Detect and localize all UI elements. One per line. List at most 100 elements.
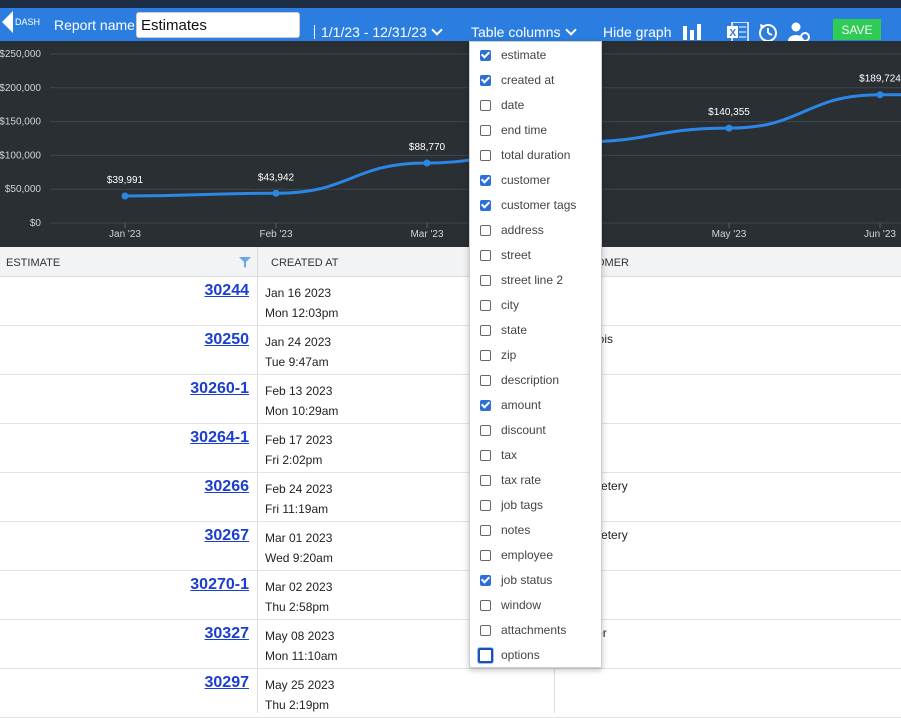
table-columns-button[interactable]: Table columns	[471, 23, 577, 40]
header-created-at[interactable]: CREATED AT	[271, 257, 338, 269]
checkbox-unchecked[interactable]	[480, 224, 491, 236]
column-option-label: discount	[501, 423, 546, 437]
estimate-link[interactable]: 30260-1	[190, 380, 249, 398]
checkbox-unchecked[interactable]	[480, 524, 491, 536]
column-option[interactable]: address	[480, 220, 544, 240]
column-option[interactable]: city	[480, 295, 519, 315]
data-point	[272, 189, 280, 197]
column-option[interactable]: total duration	[480, 145, 570, 165]
checkbox-unchecked[interactable]	[480, 149, 491, 161]
checkbox-checked[interactable]	[480, 574, 491, 586]
column-option-label: address	[501, 223, 544, 237]
estimate-link[interactable]: 30244	[205, 282, 250, 300]
checkbox-unchecked[interactable]	[480, 349, 491, 361]
checkbox-unchecked[interactable]	[480, 99, 491, 111]
estimate-link[interactable]: 30264-1	[190, 429, 249, 447]
table-row[interactable]: 30266Feb 24 2023Fri 11:19amde Cemetery	[0, 472, 901, 522]
column-option[interactable]: customer tags	[480, 195, 576, 215]
column-option[interactable]: zip	[480, 345, 516, 365]
checkbox-checked[interactable]	[480, 174, 491, 186]
estimate-link[interactable]: 30327	[205, 625, 250, 643]
column-option-label: end time	[501, 123, 548, 137]
column-option[interactable]: amount	[480, 395, 541, 415]
column-option[interactable]: created at	[480, 70, 554, 90]
user-settings-icon[interactable]	[788, 22, 810, 42]
date-range-value: 1/1/23 - 12/31/23	[321, 24, 427, 40]
checkbox-checked[interactable]	[480, 199, 491, 211]
checkbox-unchecked[interactable]	[480, 249, 491, 261]
line-chart: $250,000 $200,000 $150,000 $100,000 $50,000 $…	[0, 49, 901, 240]
back-arrow-icon	[2, 11, 13, 33]
data-point	[121, 192, 129, 200]
table-row[interactable]: 30244Jan 16 2023Mon 12:03pmGross	[0, 276, 901, 326]
filter-icon[interactable]	[239, 257, 251, 268]
hide-graph-button[interactable]: Hide graph	[603, 24, 702, 40]
column-option[interactable]: description	[480, 370, 559, 390]
x-tick-label: Jan '23	[109, 229, 141, 240]
column-option[interactable]: end time	[480, 120, 547, 140]
checkbox-unchecked[interactable]	[480, 449, 491, 461]
column-option[interactable]: notes	[480, 520, 530, 540]
checkbox-unchecked[interactable]	[480, 124, 491, 136]
back-to-dash-button[interactable]: DASH	[2, 10, 40, 34]
checkbox-checked[interactable]	[480, 49, 491, 61]
table-row[interactable]: 30264-1Feb 17 2023Fri 2:02pmn Smith	[0, 423, 901, 473]
column-option[interactable]: employee	[480, 545, 553, 565]
checkbox-checked[interactable]	[480, 74, 491, 86]
column-option[interactable]: tax	[480, 445, 517, 465]
column-option[interactable]: job tags	[480, 495, 543, 515]
checkbox-unchecked[interactable]	[480, 549, 491, 561]
hide-graph-label: Hide graph	[603, 24, 672, 40]
data-label: $140,355	[708, 107, 750, 118]
checkbox-unchecked[interactable]	[480, 324, 491, 336]
column-option[interactable]: state	[480, 320, 527, 340]
estimate-link[interactable]: 30297	[205, 674, 250, 692]
excel-icon[interactable]: X	[727, 22, 749, 42]
date-range-picker[interactable]: 1/1/23 - 12/31/23	[314, 23, 443, 40]
column-option[interactable]: tax rate	[480, 470, 541, 490]
table-row[interactable]: 30267Mar 01 2023Wed 9:20amde Cemetery	[0, 521, 901, 571]
column-option[interactable]: discount	[480, 420, 546, 440]
column-option-label: job tags	[501, 498, 544, 512]
created-date: Jan 24 2023	[265, 335, 332, 349]
column-option[interactable]: options	[478, 645, 540, 665]
table-row[interactable]: 30270-1Mar 02 2023Thu 2:58pmawel	[0, 570, 901, 620]
checkbox-unchecked[interactable]	[480, 499, 491, 511]
column-option-label: total duration	[501, 148, 571, 162]
table-columns-menu: estimate created at date end time total dura…	[469, 41, 602, 668]
checkbox-unchecked[interactable]	[480, 474, 491, 486]
column-option[interactable]: estimate	[480, 45, 546, 65]
column-option[interactable]: job status	[480, 570, 552, 590]
header-estimate[interactable]: ESTIMATE	[6, 257, 60, 269]
checkbox-unchecked[interactable]	[480, 299, 491, 311]
refresh-icon[interactable]	[757, 22, 779, 42]
created-date: Feb 24 2023	[265, 482, 333, 496]
column-option[interactable]: window	[480, 595, 541, 615]
checkbox-unchecked[interactable]	[480, 374, 491, 386]
checkbox-unchecked[interactable]	[480, 274, 491, 286]
column-option[interactable]: customer	[480, 170, 550, 190]
column-option[interactable]: street line 2	[480, 270, 563, 290]
data-point	[876, 91, 884, 99]
checkbox-unchecked[interactable]	[480, 424, 491, 436]
report-name-input[interactable]	[136, 12, 300, 38]
column-option-label: date	[501, 98, 525, 112]
estimate-link[interactable]: 30267	[205, 527, 250, 545]
estimate-link[interactable]: 30270-1	[190, 576, 249, 594]
table-row[interactable]: 30327May 08 2023Mon 11:10amav Tesler	[0, 619, 901, 669]
column-option[interactable]: attachments	[480, 620, 566, 640]
table-row[interactable]: 30297 May 25 2023 Thu 2:19pm	[0, 668, 901, 718]
save-button[interactable]: SAVE	[833, 19, 881, 40]
column-option[interactable]: date	[480, 95, 524, 115]
checkbox-unchecked[interactable]	[478, 647, 493, 663]
estimate-link[interactable]: 30250	[205, 331, 250, 349]
checkbox-unchecked[interactable]	[480, 624, 491, 636]
checkbox-unchecked[interactable]	[480, 599, 491, 611]
estimate-link[interactable]: 30266	[205, 478, 250, 496]
table-row[interactable]: 30260-1Feb 13 2023Mon 10:29ama Rose	[0, 374, 901, 424]
back-label: DASH	[15, 17, 41, 27]
checkbox-checked[interactable]	[480, 399, 491, 411]
column-option[interactable]: street	[480, 245, 531, 265]
table-row[interactable]: 30250Jan 24 2023Tue 9:47amDesparois	[0, 325, 901, 375]
created-time: Mon 11:10am	[265, 649, 338, 663]
